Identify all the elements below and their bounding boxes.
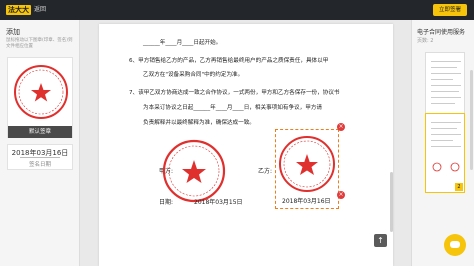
company-seal-icon bbox=[14, 65, 68, 119]
doc-line: 6、甲方销售给乙方的产品，乙方再销售给最终用户的产品之质保责任，具体以甲 bbox=[129, 58, 329, 64]
chat-support-icon[interactable] bbox=[444, 234, 466, 256]
remove-date-icon[interactable]: × bbox=[337, 191, 345, 199]
party-b-date[interactable]: 2018年03月16日 bbox=[282, 196, 331, 205]
doc-line: 负责解释并以最终解释为准，确保达成一致。 bbox=[143, 120, 255, 126]
company-seal-icon bbox=[162, 139, 226, 203]
page-count: 页数: 2 bbox=[417, 38, 434, 44]
panel-title: 电子合同使用服务 bbox=[417, 29, 466, 36]
doc-line: ______年____月____日起开始。 bbox=[143, 40, 222, 46]
party-a-date-prefix: 日期: bbox=[159, 199, 174, 206]
company-seal-icon bbox=[279, 136, 335, 192]
app-logo: 法大大 bbox=[6, 5, 31, 15]
party-a-date: 2018年03月15日 bbox=[194, 199, 243, 206]
page-number-badge: 2 bbox=[455, 183, 463, 191]
party-b-label: 乙方: bbox=[258, 168, 273, 175]
doc-line: 7、该甲乙双方协商达成一致之合作协议，一式两份，甲方和乙方各保存一份，协议书 bbox=[129, 90, 340, 96]
page-thumbnail-2[interactable]: 2 bbox=[425, 113, 465, 193]
thumbnail-scrollbar[interactable] bbox=[470, 70, 473, 170]
remove-seal-icon[interactable]: × bbox=[337, 123, 345, 131]
top-bar: 法大大 返回 立即签署 bbox=[0, 0, 474, 20]
seal-panel: 添加 鼠标拖动以下图章(印章、签名)到文件相应位置 默认签章 2018年03月1… bbox=[0, 20, 80, 266]
contract-page: ______年____月____日起开始。 6、甲方销售给乙方的产品，乙方再销售… bbox=[99, 24, 393, 266]
scroll-to-top-icon[interactable]: ↑ bbox=[374, 234, 387, 247]
seal-mark-icon bbox=[450, 162, 460, 172]
pages-panel: 电子合同使用服务 页数: 2 2 bbox=[411, 20, 474, 266]
sign-now-button[interactable]: 立即签署 bbox=[433, 4, 467, 16]
party-a-seal[interactable] bbox=[161, 138, 227, 204]
default-seal-label: 默认签章 bbox=[8, 126, 72, 138]
signature-date-label: 签名日期 bbox=[28, 162, 51, 168]
back-link[interactable]: 返回 bbox=[34, 5, 46, 15]
seal-mark-icon bbox=[432, 162, 442, 172]
date-underline bbox=[20, 157, 60, 158]
document-scrollbar[interactable] bbox=[390, 172, 393, 232]
panel-title: 添加 bbox=[6, 28, 20, 36]
doc-line: 为本采订协议之日起______年____月____日，相关事项如有争议，甲方请 bbox=[143, 105, 323, 111]
doc-line: 乙双方在"设备采购合同"中的约定为准。 bbox=[143, 72, 244, 78]
signature-date-card[interactable]: 2018年03月16日 签名日期 bbox=[7, 144, 73, 170]
panel-hint: 鼠标拖动以下图章(印章、签名)到文件相应位置 bbox=[6, 38, 73, 49]
seal-card-default[interactable]: 默认签章 bbox=[7, 57, 73, 138]
